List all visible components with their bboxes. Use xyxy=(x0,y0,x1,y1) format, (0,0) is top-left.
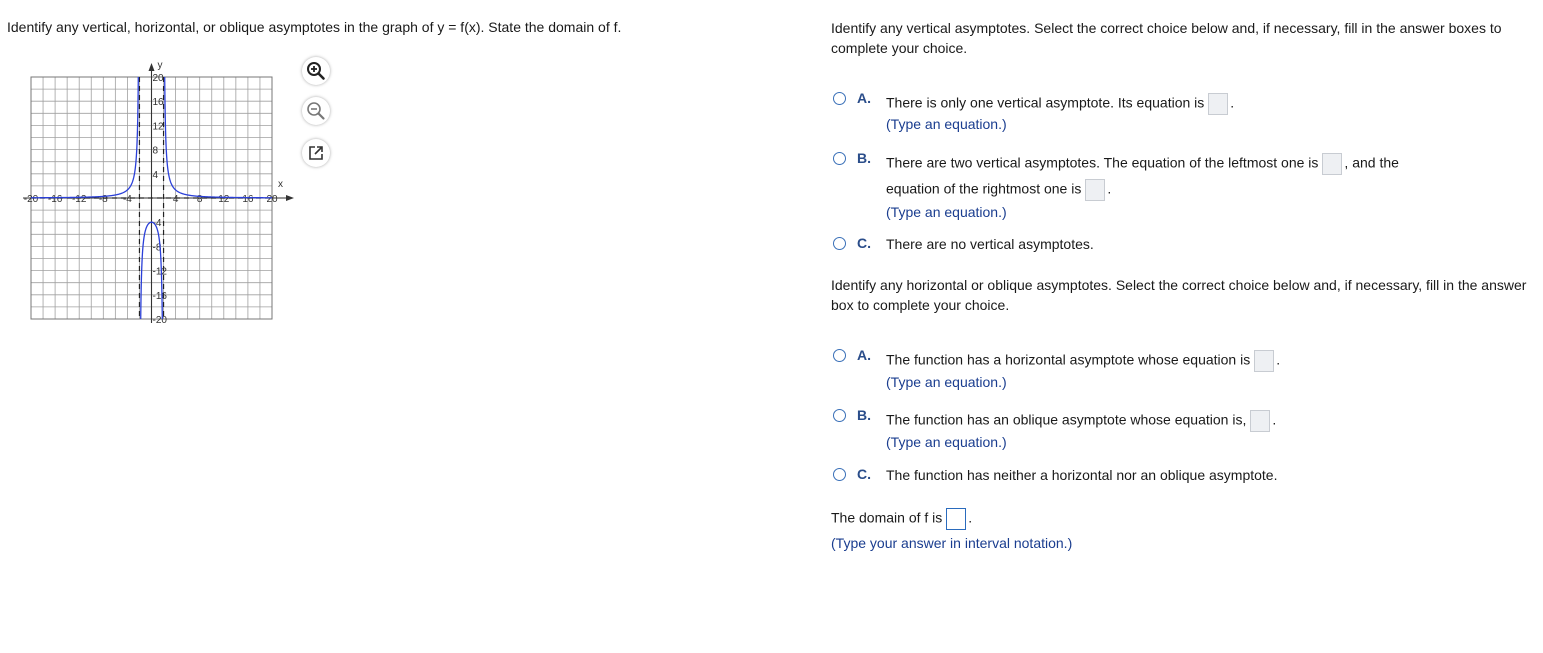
domain-hint: (Type your answer in interval notation.) xyxy=(831,535,1073,551)
domain-text: The domain of f is xyxy=(831,509,943,526)
vertical-b-right-answer-box[interactable] xyxy=(1085,179,1106,201)
option-hint: (Type an equation.) xyxy=(886,374,1007,390)
vertical-option-b-radio[interactable] xyxy=(833,152,846,165)
y-tick-label: 16 xyxy=(153,97,165,108)
option-hint: (Type an equation.) xyxy=(886,204,1007,220)
zoom-out-button[interactable] xyxy=(302,97,330,125)
option-letter: B. xyxy=(857,407,871,423)
y-tick-label: -16 xyxy=(153,291,168,302)
option-text: There are no vertical asymptotes. xyxy=(886,236,1094,252)
option-hint: (Type an equation.) xyxy=(886,434,1007,450)
x-tick-label: 16 xyxy=(242,194,254,205)
x-axis-label: x xyxy=(278,179,283,190)
option-letter: C. xyxy=(857,466,871,482)
open-new-window-icon xyxy=(309,146,323,160)
y-tick-label: -12 xyxy=(153,267,168,278)
horizontal-option-c-radio[interactable] xyxy=(833,468,846,481)
horizontal-option-a-radio[interactable] xyxy=(833,349,846,362)
zoom-in-icon xyxy=(307,62,325,80)
question-text: Identify any vertical, horizontal, or ob… xyxy=(7,19,622,35)
option-text: The function has an oblique asymptote wh… xyxy=(886,411,1247,428)
x-tick-label: 4 xyxy=(173,194,179,205)
domain-row: The domain of f is. xyxy=(831,508,972,530)
option-text-2: equation of the rightmost one is xyxy=(886,180,1082,197)
y-tick-label: 20 xyxy=(153,73,165,84)
vertical-a-answer-box[interactable] xyxy=(1208,93,1229,115)
curve-left-branch xyxy=(31,77,139,199)
x-tick-label: -4 xyxy=(123,194,132,205)
y-tick-label: -20 xyxy=(153,315,168,326)
x-tick-label: -20 xyxy=(24,194,39,205)
option-letter: B. xyxy=(857,150,871,166)
option-text: The function has a horizontal asymptote … xyxy=(886,351,1251,368)
horizontal-b-answer-box[interactable] xyxy=(1250,410,1271,432)
vertical-option-a-radio[interactable] xyxy=(833,92,846,105)
option-letter: A. xyxy=(857,90,871,106)
horizontal-a-answer-box[interactable] xyxy=(1254,350,1275,372)
y-axis-label: y xyxy=(158,60,163,71)
option-letter: C. xyxy=(857,235,871,251)
y-tick-label: 4 xyxy=(153,170,159,181)
x-tick-label: 20 xyxy=(266,194,278,205)
option-text-after: , and the xyxy=(1344,154,1399,171)
y-tick-label: 8 xyxy=(153,146,159,157)
zoom-in-button[interactable] xyxy=(302,57,330,85)
y-axis-arrow xyxy=(148,63,155,71)
x-tick-label: -16 xyxy=(48,194,63,205)
open-new-window-button[interactable] xyxy=(302,139,330,167)
option-text: There are two vertical asymptotes. The e… xyxy=(886,154,1319,171)
function-graph: -20 -16 -12 -8 -4 4 8 12 16 2020161284-4-8-12-16-… xyxy=(23,60,294,326)
horizontal-option-b-radio[interactable] xyxy=(833,409,846,422)
horizontal-instruction: Identify any horizontal or oblique asymp… xyxy=(831,277,1527,313)
option-text: There is only one vertical asymptote. It… xyxy=(886,94,1205,111)
zoom-out-icon xyxy=(307,102,325,120)
option-letter: A. xyxy=(857,347,871,363)
y-tick-label: 12 xyxy=(153,121,165,132)
vertical-option-c-radio[interactable] xyxy=(833,237,846,250)
vertical-instruction: Identify any vertical asymptotes. Select… xyxy=(831,20,1502,56)
x-axis-arrow xyxy=(286,195,294,201)
domain-answer-box[interactable] xyxy=(946,508,967,530)
option-hint: (Type an equation.) xyxy=(886,116,1007,132)
option-text: The function has neither a horizontal no… xyxy=(886,467,1278,483)
vertical-b-left-answer-box[interactable] xyxy=(1322,153,1343,175)
answer-panel: Identify any vertical asymptotes. Select… xyxy=(831,18,1531,551)
x-tick-label: 12 xyxy=(218,194,230,205)
x-tick-label: -12 xyxy=(72,194,87,205)
curve-right-branch xyxy=(164,77,272,199)
